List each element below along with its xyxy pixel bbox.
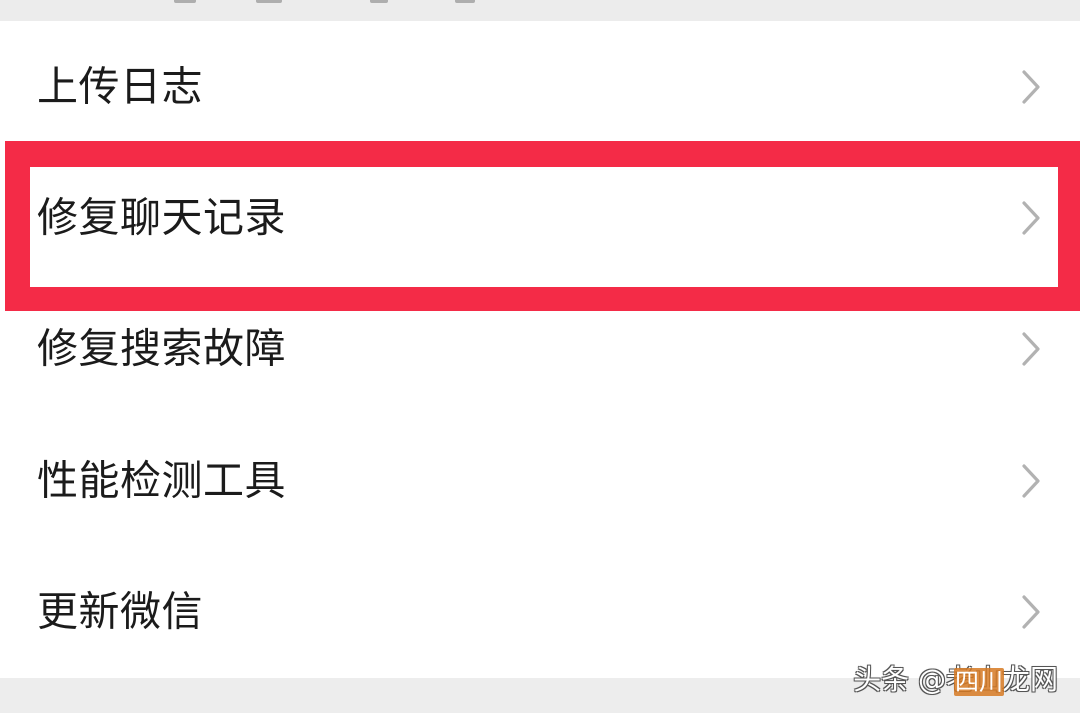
menu-item-label: 上传日志 [37, 62, 203, 111]
settings-menu-list: 上传日志 修复聊天记录 修复搜索故障 性能检测工具 更新微信 [0, 21, 1080, 678]
menu-item-upload-log[interactable]: 上传日志 [0, 21, 1080, 153]
menu-item-label: 修复聊天记录 [37, 193, 286, 242]
menu-item-repair-search[interactable]: 修复搜索故障 [0, 283, 1080, 415]
bottom-section-divider [0, 678, 1080, 713]
menu-item-performance-tool[interactable]: 性能检测工具 [0, 415, 1080, 547]
clipped-text-fragment [174, 0, 196, 3]
chevron-right-icon [1020, 200, 1042, 236]
chevron-right-icon [1020, 331, 1042, 367]
chevron-right-icon [1020, 594, 1042, 630]
menu-item-label: 修复搜索故障 [37, 324, 286, 373]
clipped-text-fragment [370, 0, 388, 3]
clipped-text-fragment [256, 0, 282, 3]
menu-item-update-wechat[interactable]: 更新微信 [0, 546, 1080, 678]
menu-item-repair-chat-history[interactable]: 修复聊天记录 [0, 152, 1080, 284]
clipped-text-fragment [455, 0, 475, 3]
menu-item-label: 更新微信 [37, 587, 203, 636]
menu-item-label: 性能检测工具 [37, 456, 286, 505]
chevron-right-icon [1020, 69, 1042, 105]
top-section-divider [0, 0, 1080, 21]
chevron-right-icon [1020, 463, 1042, 499]
